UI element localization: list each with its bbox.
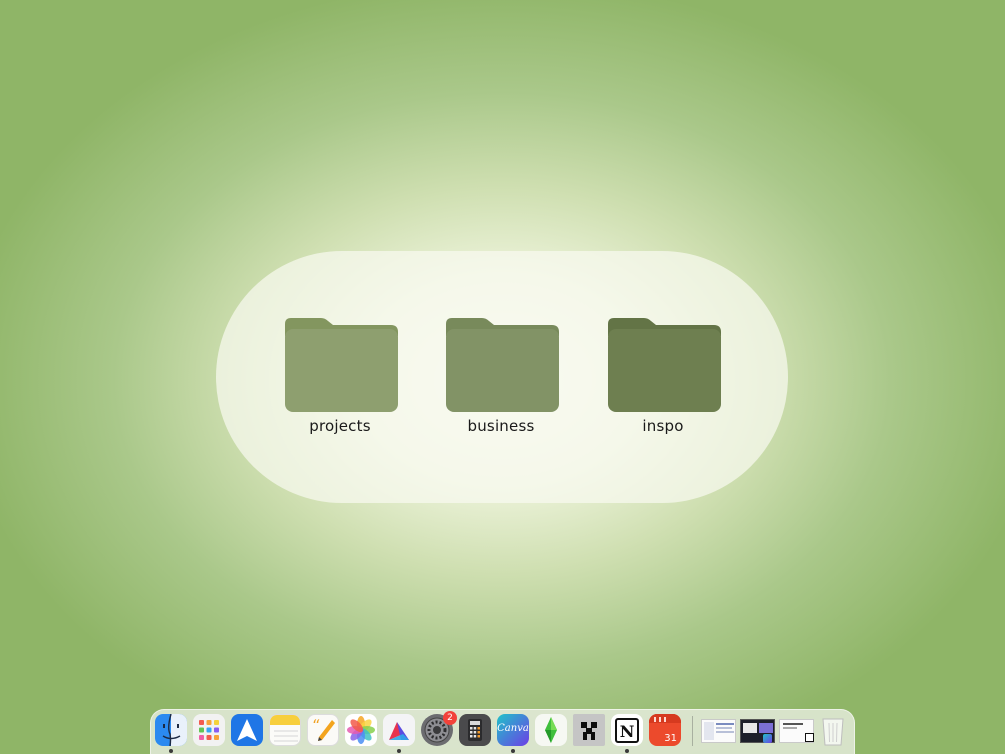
dock-app-the-sims[interactable] [535, 714, 567, 746]
dock-app-finder[interactable] [155, 714, 187, 746]
window-thumbnail-icon[interactable] [701, 719, 736, 743]
spark-icon [237, 719, 257, 741]
running-indicator [397, 749, 401, 753]
window-thumbnail-icon[interactable] [740, 719, 775, 743]
dock-app-pages[interactable]: “ [307, 714, 339, 746]
dock-app-minecraft[interactable] [573, 714, 605, 746]
plumbob-icon [545, 717, 557, 743]
folder-icon [285, 318, 398, 412]
folder-icon [608, 318, 721, 412]
dock-app-calculator[interactable] [459, 714, 491, 746]
trash-icon [822, 718, 844, 746]
dock-app-notes[interactable] [269, 714, 301, 746]
folder-inspo[interactable]: inspo [593, 316, 733, 440]
launchpad-icon [199, 720, 219, 740]
svg-text:“: “ [312, 716, 320, 735]
dock-app-calendar[interactable]: 31 [649, 714, 681, 746]
running-indicator [511, 749, 515, 753]
affinity-icon [389, 722, 409, 740]
dock-app-launchpad[interactable] [193, 714, 225, 746]
dock-app-canva[interactable]: Canva [497, 714, 529, 746]
creeper-icon [581, 722, 597, 740]
notion-icon: N [615, 718, 639, 743]
running-indicator [169, 749, 173, 753]
finder-icon [155, 714, 187, 746]
calculator-icon [468, 719, 482, 741]
running-indicator [625, 749, 629, 753]
dock-app-affinity[interactable] [383, 714, 415, 746]
notification-badge: 2 [443, 711, 457, 725]
folder-icon [446, 318, 559, 412]
folder-label: business [467, 417, 535, 435]
dock-app-photos[interactable] [345, 714, 377, 746]
photos-icon [347, 716, 375, 744]
dock-app-spark[interactable] [231, 714, 263, 746]
folder-business[interactable]: business [431, 316, 571, 440]
svg-text:N: N [620, 722, 635, 741]
dock-app-trash[interactable] [818, 714, 848, 746]
calendar-date: 31 [664, 733, 677, 744]
dock-separator [692, 716, 693, 746]
folder-projects[interactable]: projects [270, 316, 410, 440]
notes-icon [270, 715, 300, 742]
pages-icon: “ [312, 716, 335, 741]
canva-icon: Canva [497, 723, 529, 734]
folder-label: projects [309, 417, 371, 435]
dock-app-notion[interactable]: N [611, 714, 643, 746]
folder-label: inspo [642, 417, 684, 435]
window-thumbnail-icon[interactable] [779, 719, 814, 743]
